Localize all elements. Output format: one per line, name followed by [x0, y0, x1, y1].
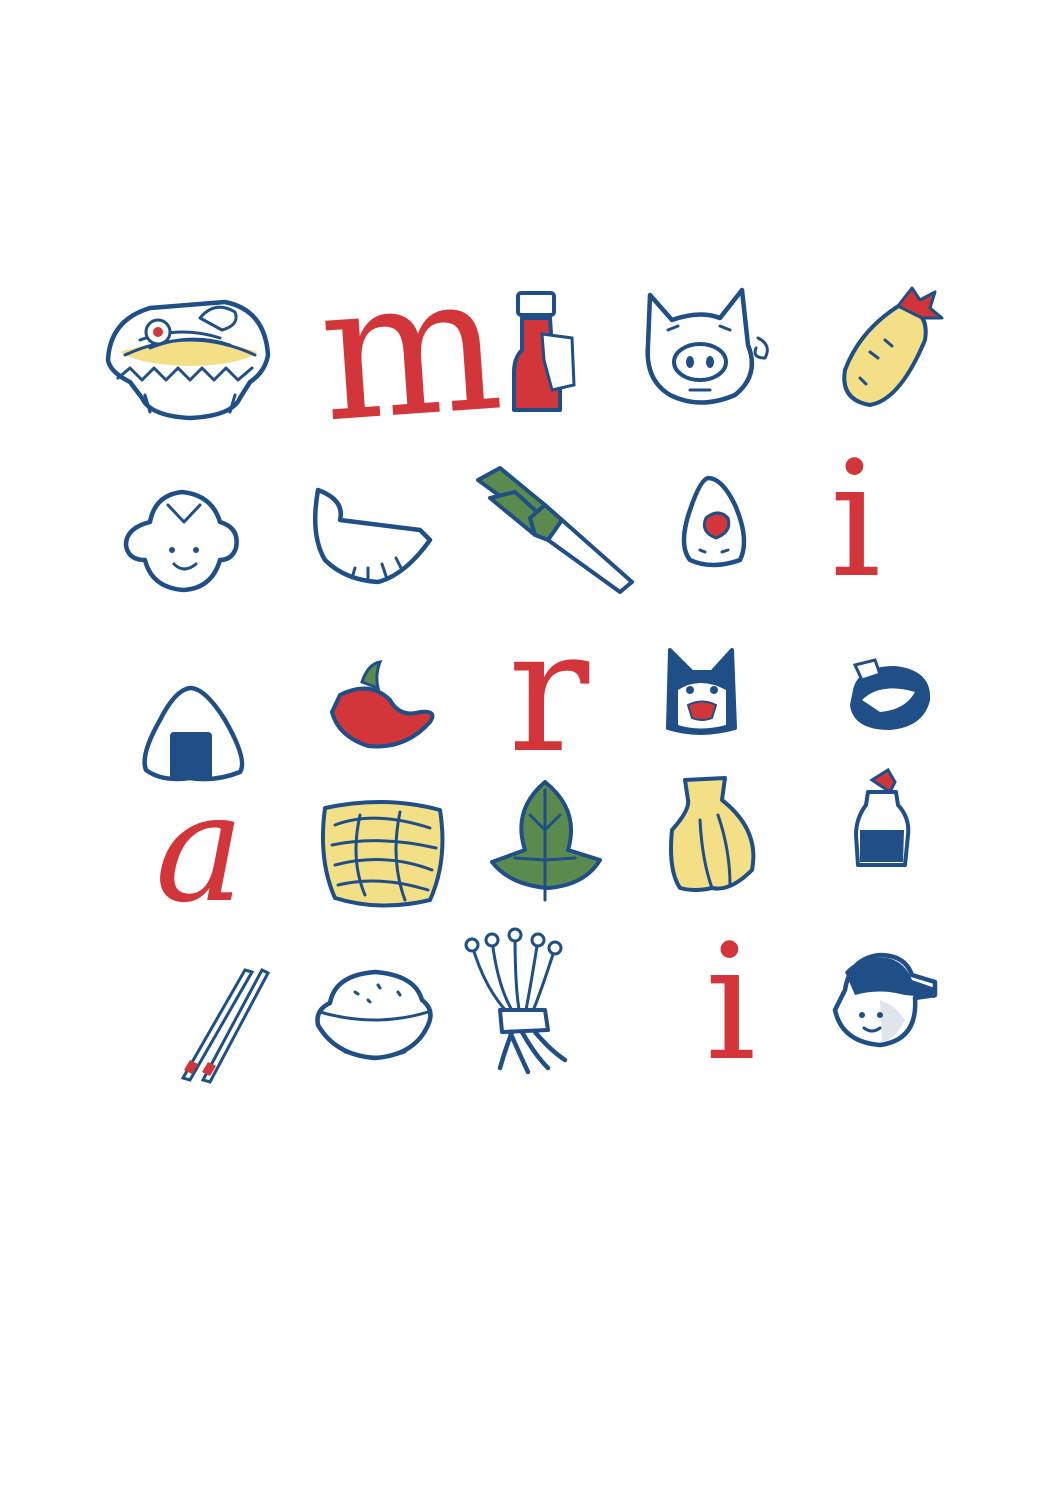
letter-r: r [508, 593, 590, 791]
xiaolongbao-icon [669, 776, 756, 892]
enoki-icon [464, 927, 568, 1075]
shrimp-tempura-icon [842, 286, 944, 407]
shiitake-icon [849, 658, 931, 731]
chili-pepper-icon [330, 660, 435, 749]
onigiri-filled-icon [681, 475, 747, 568]
chopsticks-icon [180, 968, 271, 1084]
pig-face-icon [645, 287, 769, 405]
shiso-leaf-icon [490, 780, 602, 902]
letter-m: m [313, 231, 508, 464]
letter-i-first: i [830, 426, 881, 613]
noodles-icon [320, 799, 445, 908]
ramen-bowl-icon [105, 299, 271, 421]
gyoza-icon [312, 487, 433, 585]
sauce-bottle-icon [512, 291, 576, 412]
leek-icon [476, 466, 634, 594]
illustration-canvas: m i r a i [105, 231, 944, 1096]
rice-bowl-icon [315, 969, 433, 1061]
letter-i-second: i [705, 909, 756, 1096]
soy-sauce-icon [854, 767, 911, 867]
cap-boy-icon [832, 952, 938, 1048]
letter-a: a [155, 762, 244, 936]
cat-face-icon [666, 648, 737, 735]
child-face-icon [123, 489, 239, 593]
